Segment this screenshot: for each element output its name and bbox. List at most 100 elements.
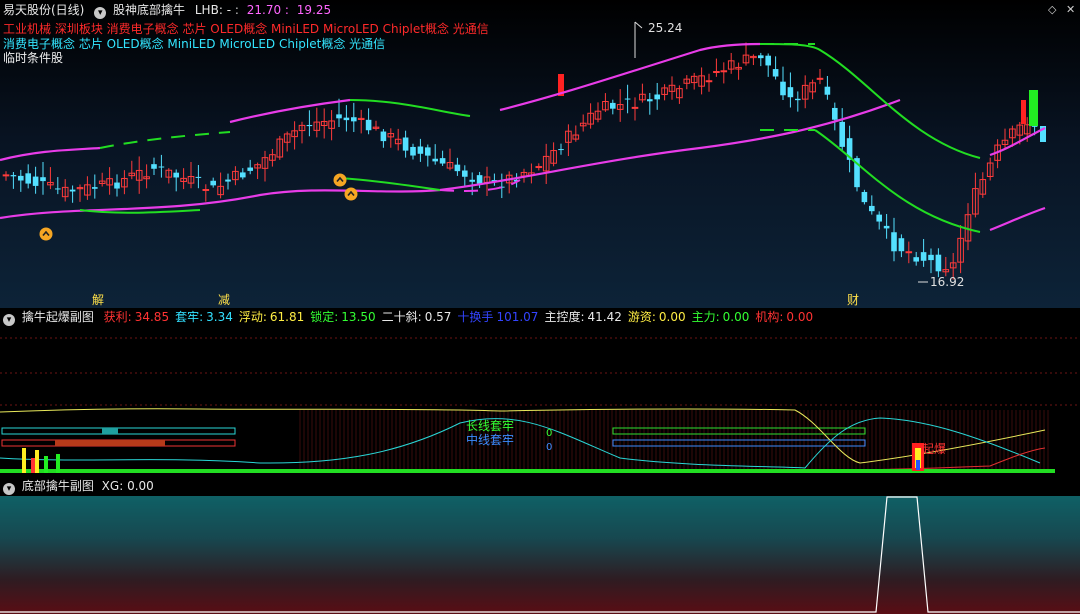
mid-trap-label: 中线套牢 — [466, 433, 515, 447]
candle-body — [306, 124, 313, 127]
candle-body — [772, 69, 779, 77]
stat-value: 3.34 — [206, 310, 233, 324]
high-marker — [634, 21, 643, 58]
temp-condition-label: 临时条件股 — [3, 51, 64, 65]
sub2-title[interactable]: 底部擒牛副图 — [22, 479, 94, 493]
main-chart-panel[interactable]: 易天股份(日线) ▾ 股神底部擒牛 LHB: - : 21.70 : 19.25… — [0, 0, 1080, 308]
marker-cai[interactable]: 财 — [847, 292, 859, 308]
candle-body — [469, 179, 475, 182]
stat-label: 二十斜: — [381, 310, 422, 324]
high-price-label: 25.24 — [648, 21, 683, 35]
candle-body — [876, 214, 882, 222]
candle-body — [173, 172, 179, 178]
lhb-label: LHB: — [194, 3, 223, 17]
stat-label: 游资: — [627, 310, 656, 324]
concepts-red: 工业机械 深圳板块 消费电子概念 芯片 OLED概念 MiniLED Micro… — [3, 22, 489, 36]
candle-body — [713, 71, 720, 74]
sub-chart-qiniu[interactable]: ▾ 擒牛起爆副图 获利: 34.85 套牢: 3.34 浮动: 61.81 锁定: 13.50… — [0, 308, 1080, 476]
stat-value: 101.07 — [496, 310, 539, 324]
candle-body — [425, 147, 431, 156]
buy-signal-icon — [333, 173, 347, 187]
candle-body — [2, 174, 10, 177]
candle-body — [913, 257, 919, 262]
buy-signal-icon — [39, 227, 53, 241]
candle-body — [624, 98, 631, 100]
candle-body — [247, 167, 253, 171]
candle-body — [869, 205, 875, 212]
close-icon[interactable]: ✕ — [1066, 3, 1075, 16]
candle-body — [1029, 90, 1038, 126]
resistance-line — [0, 146, 101, 162]
candle-body — [765, 55, 771, 66]
candle-body — [55, 188, 61, 190]
band-green — [339, 177, 441, 191]
header-row: 易天股份(日线) ▾ 股神底部擒牛 LHB: - : 21.70 : 19.25 — [3, 3, 332, 19]
header-value-1: 21.70 — [246, 3, 282, 17]
stat-label: 主力: — [691, 310, 720, 324]
sub1-title[interactable]: 擒牛起爆副图 — [22, 310, 94, 324]
marker-jian[interactable]: 减 — [218, 292, 230, 308]
signal-bar — [35, 450, 39, 473]
stock-title: 易天股份(日线) — [3, 3, 85, 17]
candle-body — [920, 252, 927, 261]
signal-bar — [56, 454, 60, 473]
lhb-dash: - — [226, 3, 232, 17]
candle-body — [18, 175, 24, 181]
candle-body — [935, 254, 942, 272]
candle-body — [647, 99, 653, 102]
candle-body — [839, 121, 845, 147]
candle-body — [195, 176, 202, 178]
low-price-label: 16.92 — [930, 275, 965, 289]
sub2-plot[interactable] — [0, 476, 1080, 614]
candle-body — [336, 114, 342, 119]
stat-label: 机构: — [755, 310, 784, 324]
candle-body — [816, 77, 824, 80]
candle-body — [883, 225, 890, 229]
candle-body — [1021, 100, 1026, 124]
candle-body — [410, 146, 416, 156]
xg-value: 0.00 — [127, 479, 154, 493]
sub1-stats: 获利: 34.85 套牢: 3.34 浮动: 61.81 锁定: 13.50 二十斜: 0.57 十… — [98, 310, 813, 324]
stat-label: 十换手 — [457, 310, 494, 324]
candle-body — [158, 166, 165, 168]
stat-value: 0.00 — [722, 310, 750, 324]
chevron-down-icon[interactable]: ▾ — [94, 7, 107, 19]
candle-body — [462, 170, 468, 177]
sub1-plot[interactable] — [0, 308, 1080, 476]
candle-body — [631, 106, 639, 109]
zero-label-2: 0 — [546, 442, 553, 453]
trap-bar — [612, 427, 866, 435]
candle-body — [25, 173, 31, 184]
candle-body — [92, 187, 98, 189]
indicator-name[interactable]: 股神底部擒牛 — [113, 3, 185, 17]
candle-body — [780, 81, 786, 96]
candle-body — [832, 107, 838, 120]
candle-body — [210, 180, 216, 186]
xg-label: XG: — [101, 479, 124, 493]
signal-bar — [22, 448, 26, 473]
header-value-2: 19.25 — [296, 3, 332, 17]
chevron-down-icon[interactable]: ▾ — [3, 483, 15, 495]
candle-body — [705, 80, 713, 83]
stat-value: 0.57 — [424, 310, 452, 324]
chevron-down-icon[interactable]: ▾ — [3, 314, 15, 326]
diamond-icon[interactable]: ◇ — [1048, 3, 1056, 16]
candle-body — [40, 177, 46, 182]
candle-body — [402, 137, 409, 151]
signal-bar — [31, 458, 35, 473]
candle-body — [454, 164, 461, 172]
trap-bar — [102, 428, 118, 434]
stat-label: 套牢: — [175, 310, 204, 324]
stat-value: 34.85 — [134, 310, 170, 324]
marker-jie[interactable]: 解 — [92, 292, 104, 308]
xg-signal-line — [0, 496, 1080, 613]
sub-chart-bottom[interactable]: ▾ 底部擒牛副图 XG: 0.00 — [0, 476, 1080, 614]
boom-label: 起爆 — [922, 442, 947, 456]
stat-label: 锁定: — [310, 310, 339, 324]
candle-body — [891, 232, 897, 252]
candle-body — [654, 94, 660, 100]
trap-bar — [55, 440, 165, 446]
stat-value: 61.81 — [269, 310, 305, 324]
support-line — [989, 206, 1046, 232]
candle-body — [417, 146, 424, 154]
